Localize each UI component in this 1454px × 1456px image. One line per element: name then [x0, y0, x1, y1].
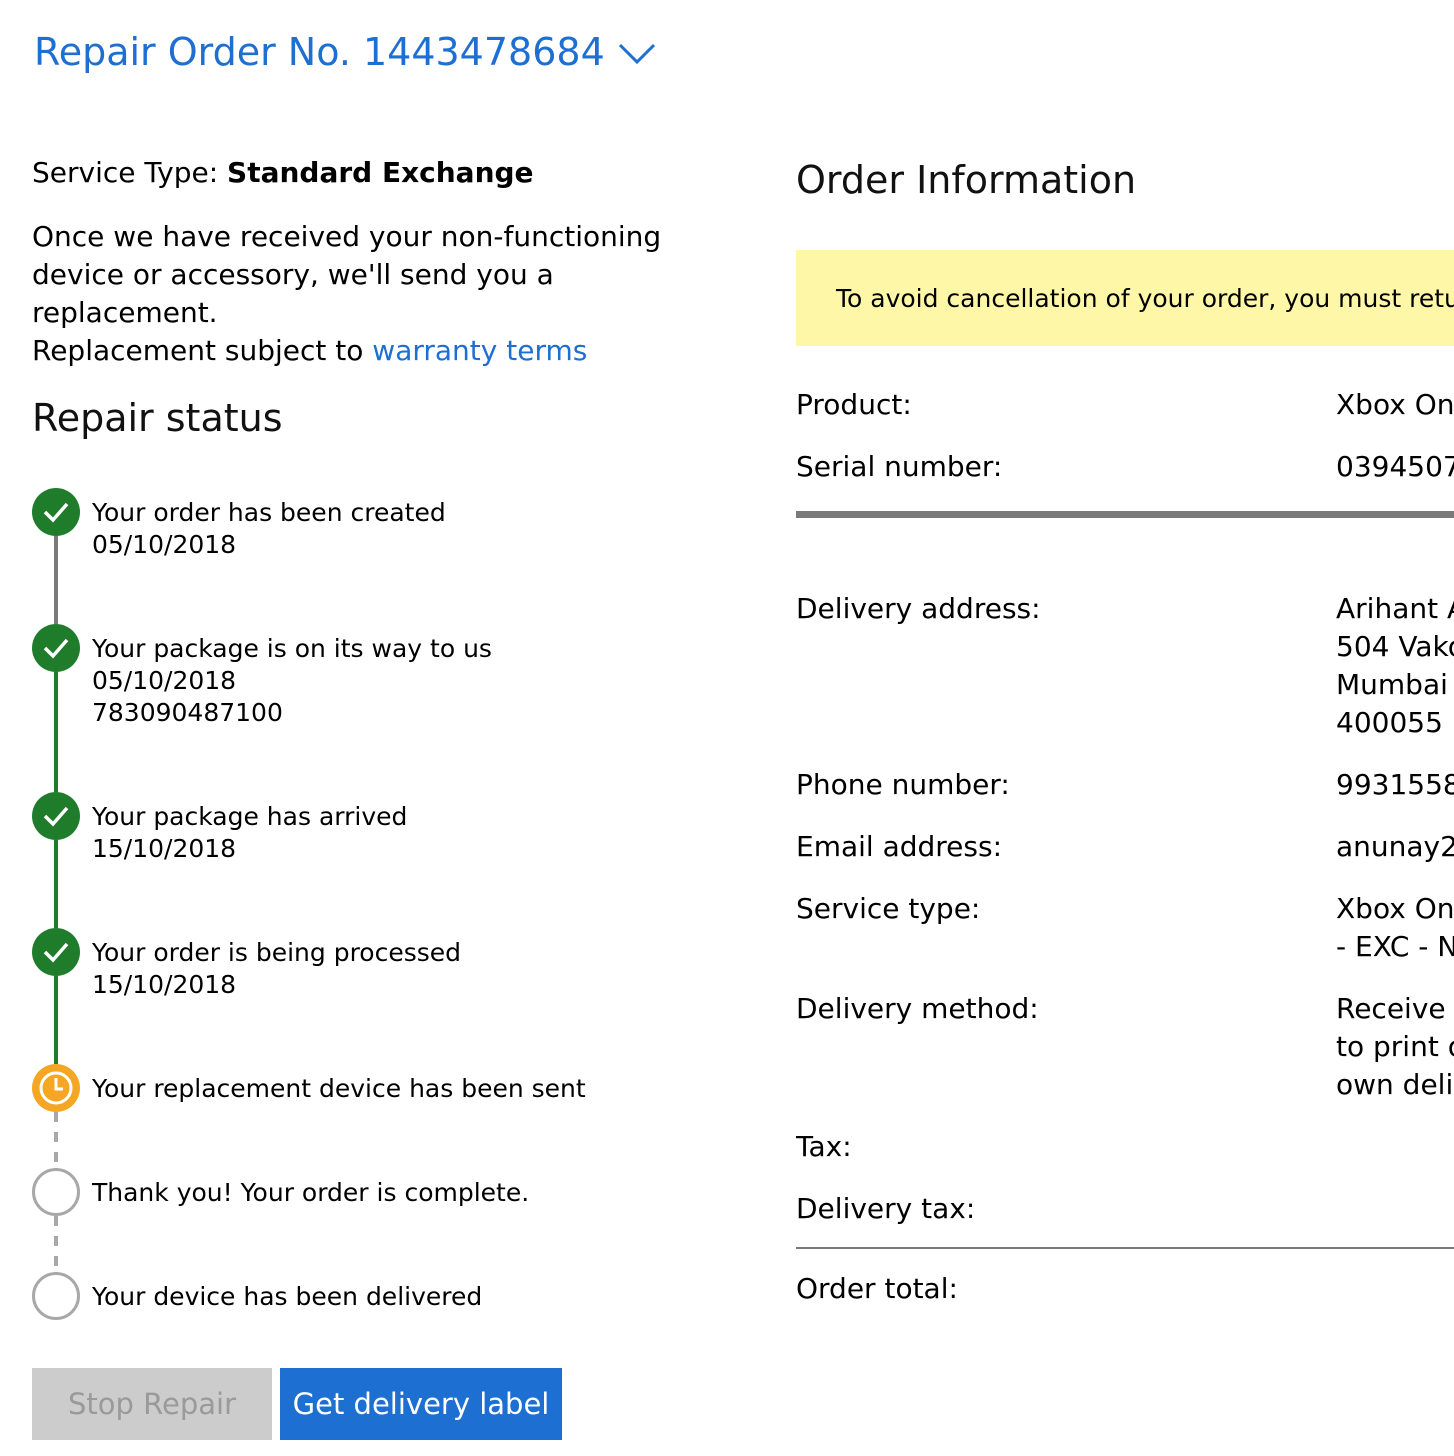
delivery-method-value: Receive a to print o own deliv: [1336, 992, 1454, 1101]
service-description: Once we have received your non-functioni…: [32, 220, 662, 367]
delivery-address-value: Arihant A 504 Vakol Mumbai 400055: [1336, 592, 1454, 739]
order-total-label: Order total:: [796, 1272, 958, 1305]
empty-circle-icon: [32, 1272, 80, 1320]
order-title-dropdown[interactable]: Repair Order No. 1443478684: [34, 30, 657, 74]
empty-circle-icon: [32, 1168, 80, 1216]
phone-number-label: Phone number:: [796, 768, 1010, 801]
check-icon: [32, 928, 80, 976]
timeline-step: Your replacement device has been sent: [92, 1074, 586, 1103]
delivery-tax-label: Delivery tax:: [796, 1192, 976, 1225]
service-type-label: Service type:: [796, 892, 981, 925]
section-divider: [796, 511, 1454, 518]
timeline-step: Thank you! Your order is complete.: [92, 1178, 530, 1207]
timeline-step: Your order is being processed 15/10/2018: [92, 938, 462, 999]
delivery-address-label: Delivery address:: [796, 592, 1041, 625]
timeline-step: Your package is on its way to us 05/10/2…: [92, 634, 492, 727]
timeline-connector: [54, 976, 58, 1064]
delivery-method-label: Delivery method:: [796, 992, 1039, 1025]
phone-number-value: 993155833: [1336, 768, 1454, 801]
check-icon: [32, 488, 80, 536]
tax-label: Tax:: [796, 1130, 852, 1163]
order-title: Repair Order No. 1443478684: [34, 30, 605, 74]
timeline-connector: [54, 672, 58, 792]
serial-number-value: 039450782: [1336, 450, 1454, 483]
total-divider: [796, 1247, 1454, 1249]
product-label: Product:: [796, 388, 912, 421]
email-address-label: Email address:: [796, 830, 1003, 863]
chevron-down-icon: [618, 43, 655, 65]
get-delivery-label-button[interactable]: Get delivery label: [280, 1368, 562, 1440]
check-icon: [32, 792, 80, 840]
timeline-step: Your order has been created 05/10/2018: [92, 498, 446, 559]
timeline-connector: [54, 536, 58, 624]
warning-banner-text: To avoid cancellation of your order, you…: [836, 284, 1454, 313]
order-information-panel: Order Information To avoid cancellation …: [796, 0, 1454, 1456]
product-value: Xbox One: [1336, 388, 1454, 421]
timeline-step: Your package has arrived 15/10/2018: [92, 802, 408, 863]
timeline-connector: [54, 840, 58, 928]
warning-banner: To avoid cancellation of your order, you…: [796, 250, 1454, 346]
stop-repair-button: Stop Repair: [32, 1368, 272, 1440]
timeline-step: Your device has been delivered: [92, 1282, 483, 1311]
warranty-terms-link[interactable]: warranty terms: [372, 334, 587, 367]
timeline-connector: [54, 1216, 58, 1272]
service-type-value: Standard Exchange: [227, 156, 534, 189]
timeline-connector: [54, 1112, 58, 1168]
clock-icon: [32, 1064, 80, 1112]
check-icon: [32, 624, 80, 672]
serial-number-label: Serial number:: [796, 450, 1003, 483]
service-type: Service Type: Standard Exchange: [32, 156, 534, 189]
repair-status-heading: Repair status: [32, 396, 283, 440]
order-information-heading: Order Information: [796, 158, 1137, 202]
email-address-value: anunay217: [1336, 830, 1454, 863]
service-type-detail: Xbox One - EXC - N: [1336, 892, 1454, 963]
